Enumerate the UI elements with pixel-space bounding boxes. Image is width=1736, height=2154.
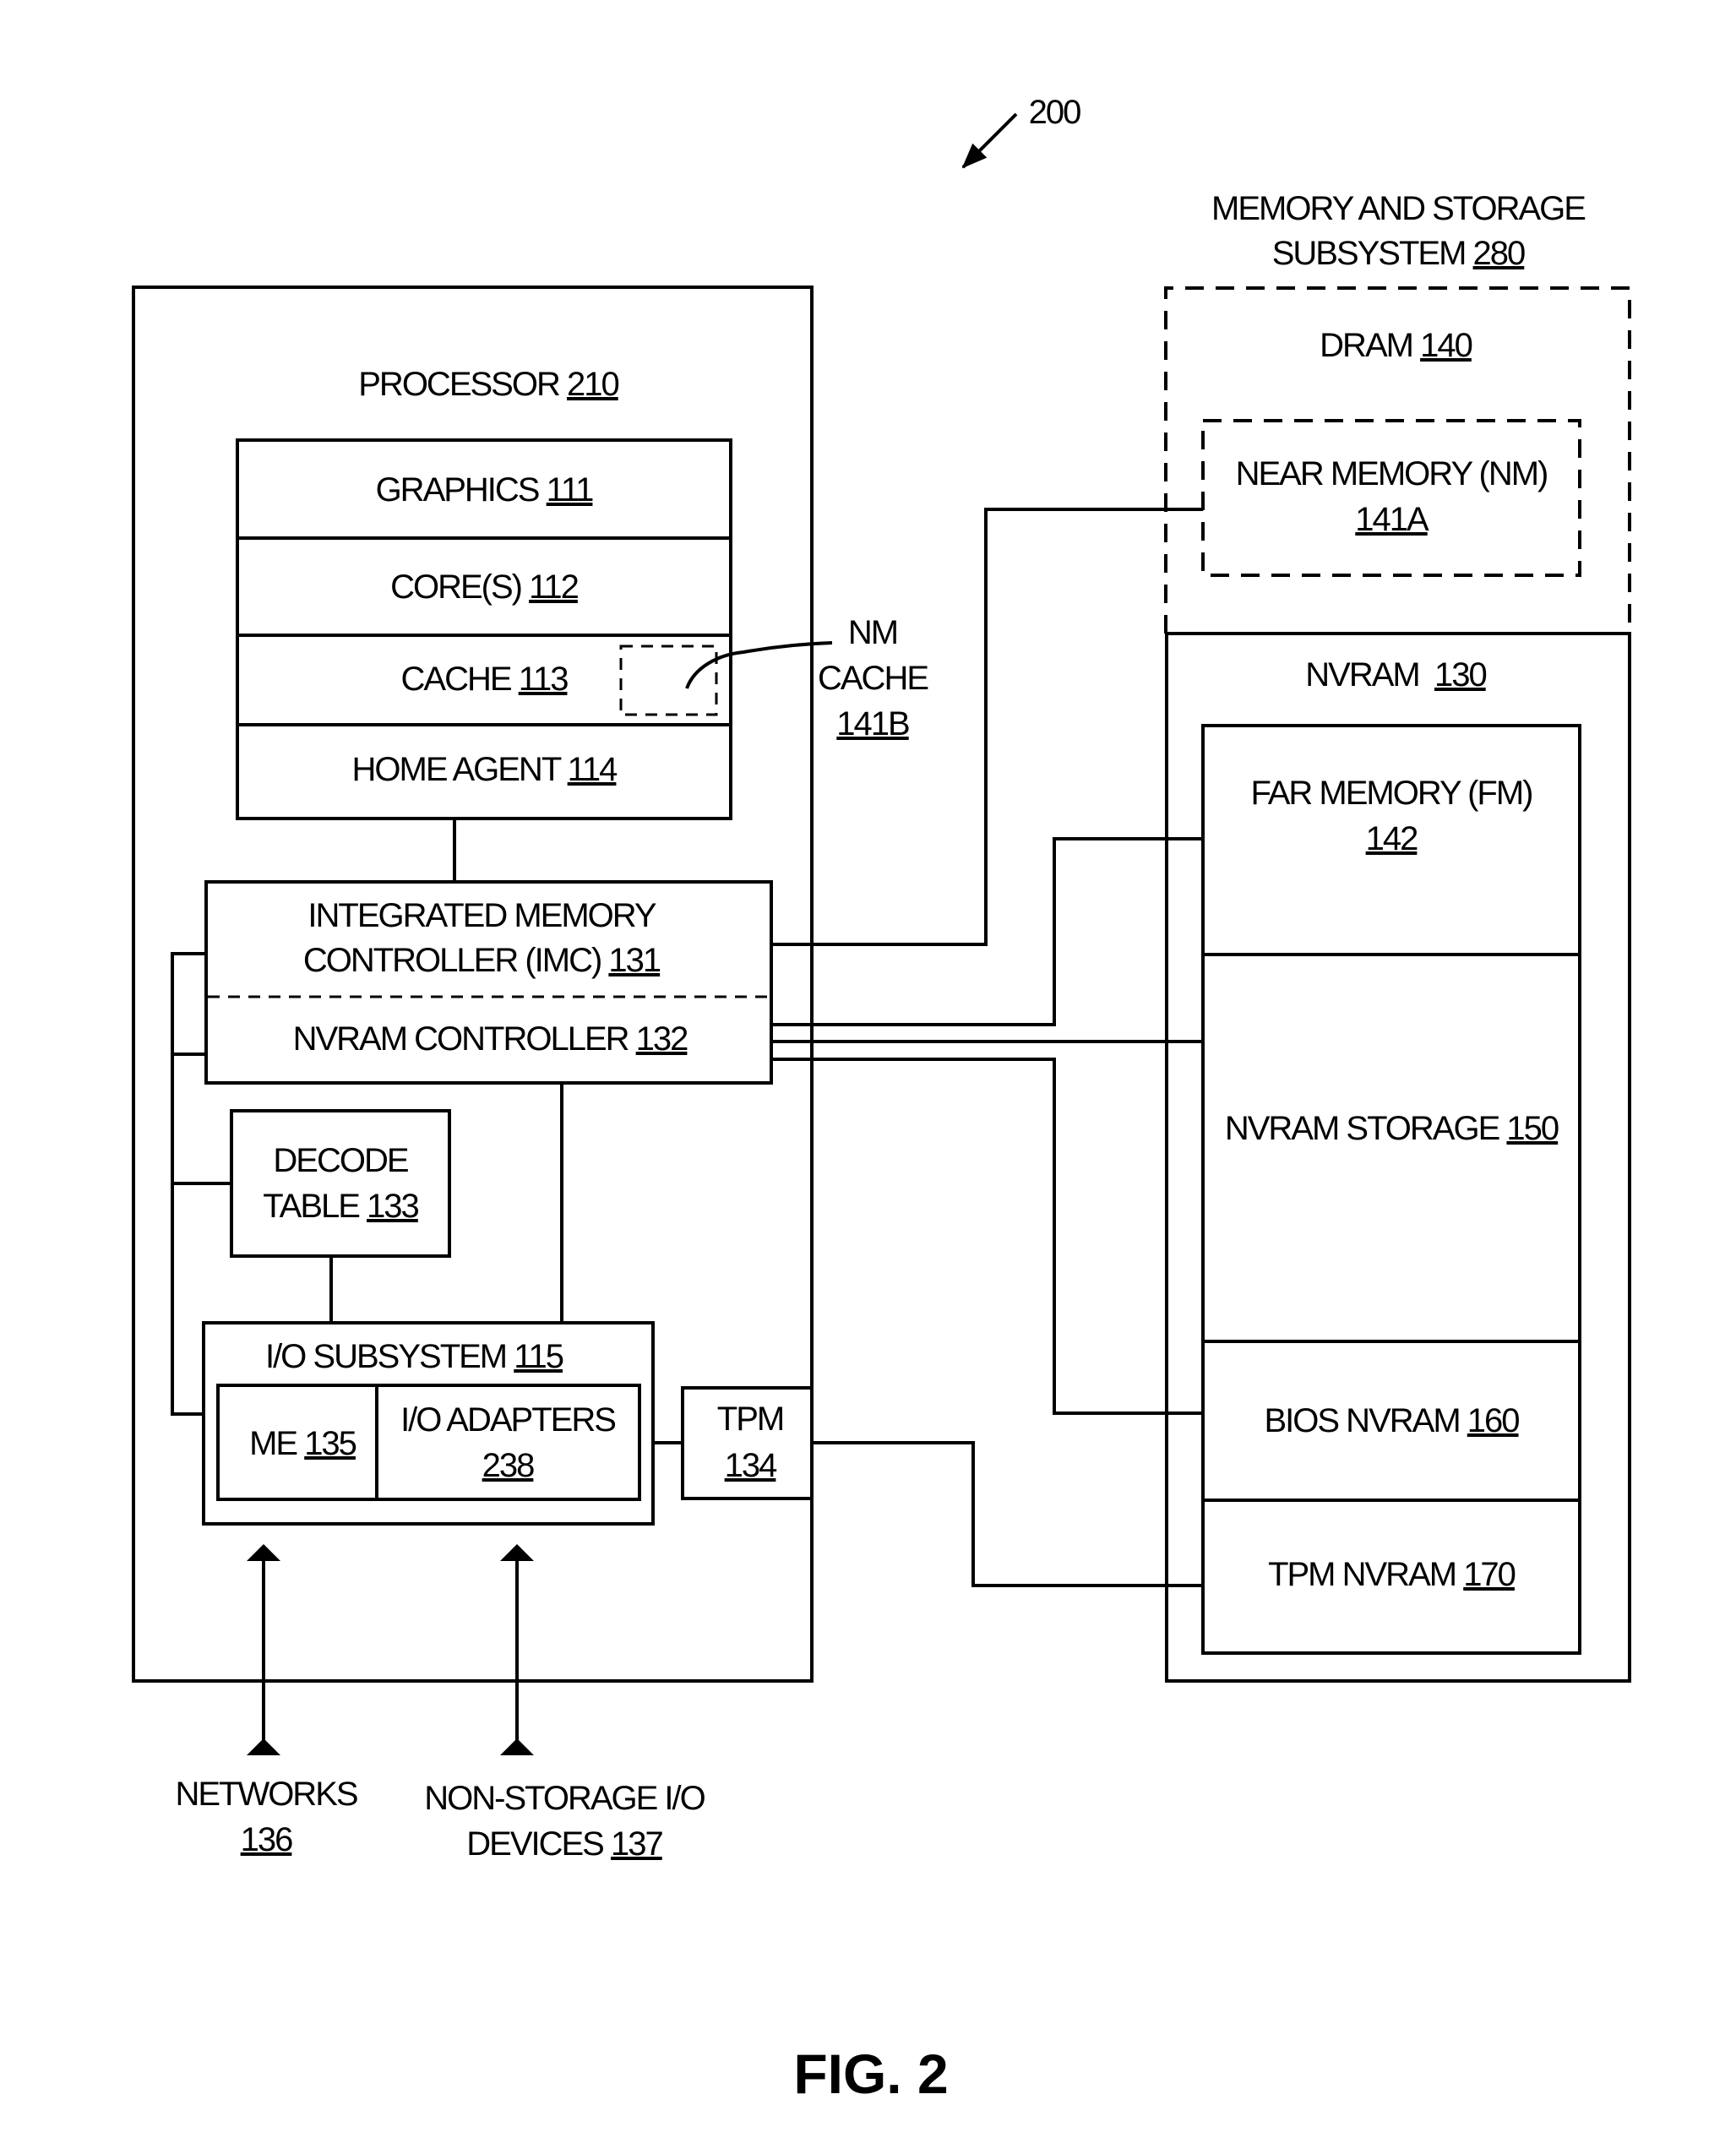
nm-cache-label-line2: CACHE [818, 660, 928, 697]
memory-storage-title-line2: SUBSYSTEM 280 [1272, 235, 1525, 272]
far-memory-label: FAR MEMORY (FM) [1251, 775, 1532, 812]
graphics-label: GRAPHICS 111 [376, 471, 594, 509]
tpm-ref: 134 [725, 1447, 777, 1484]
bios-nvram-label: BIOS NVRAM 160 [1264, 1402, 1519, 1439]
networks-ref: 136 [241, 1821, 292, 1858]
decode-table-label-line2: TABLE 133 [263, 1188, 418, 1225]
non-storage-io-label-line2: DEVICES 137 [466, 1825, 662, 1863]
nvram-storage-label: NVRAM STORAGE 150 [1225, 1110, 1559, 1147]
nm-cache-ref: 141B [836, 705, 909, 742]
io-adapters-ref: 238 [482, 1447, 534, 1484]
home-agent-label: HOME AGENT 114 [352, 751, 618, 788]
figure-reference-arrow [961, 112, 1018, 169]
processor-title: PROCESSOR 210 [358, 366, 618, 403]
nvram-controller-label: NVRAM CONTROLLER 132 [293, 1020, 688, 1058]
nvram-label: NVRAM 130 [1305, 656, 1486, 694]
near-memory-ref: 141A [1355, 501, 1429, 538]
non-storage-io-label-line1: NON-STORAGE I/O [424, 1780, 705, 1817]
dram-label: DRAM 140 [1320, 327, 1472, 364]
cache-label: CACHE 113 [401, 661, 569, 698]
nvram-storage-block [1201, 953, 1581, 1343]
io-adapters-label: I/O ADAPTERS [400, 1401, 615, 1439]
io-subsystem-label: I/O SUBSYSTEM 115 [265, 1338, 563, 1375]
tpm-nvram-label: TPM NVRAM 170 [1268, 1556, 1516, 1593]
decode-table-block [230, 1109, 451, 1258]
nm-cache-label-line1: NM [848, 614, 897, 651]
far-memory-ref: 142 [1366, 820, 1418, 857]
near-memory-label: NEAR MEMORY (NM) [1236, 455, 1548, 492]
figure-reference-number: 200 [1029, 94, 1080, 131]
tpm-label: TPM [717, 1401, 783, 1438]
imc-label-line2: CONTROLLER (IMC) 131 [303, 942, 661, 979]
nvram-controller-bios-link [771, 1058, 1203, 1415]
diagram-canvas: 200 PROCESSOR 210 GRAPHICS 111 CORE(S) 1… [132, 94, 1631, 2105]
me-label: ME 135 [249, 1425, 356, 1462]
networks-label: NETWORKS [175, 1776, 356, 1813]
tpm-tpm-nvram-link [812, 1441, 1203, 1587]
decode-table-label-line1: DECODE [273, 1142, 407, 1179]
memory-storage-title-line1: MEMORY AND STORAGE [1211, 190, 1585, 227]
cores-label: CORE(S) 112 [390, 568, 579, 606]
near-memory-region [1201, 419, 1581, 577]
figure-caption: FIG. 2 [793, 2042, 948, 2105]
imc-label-line1: INTEGRATED MEMORY [307, 897, 656, 934]
